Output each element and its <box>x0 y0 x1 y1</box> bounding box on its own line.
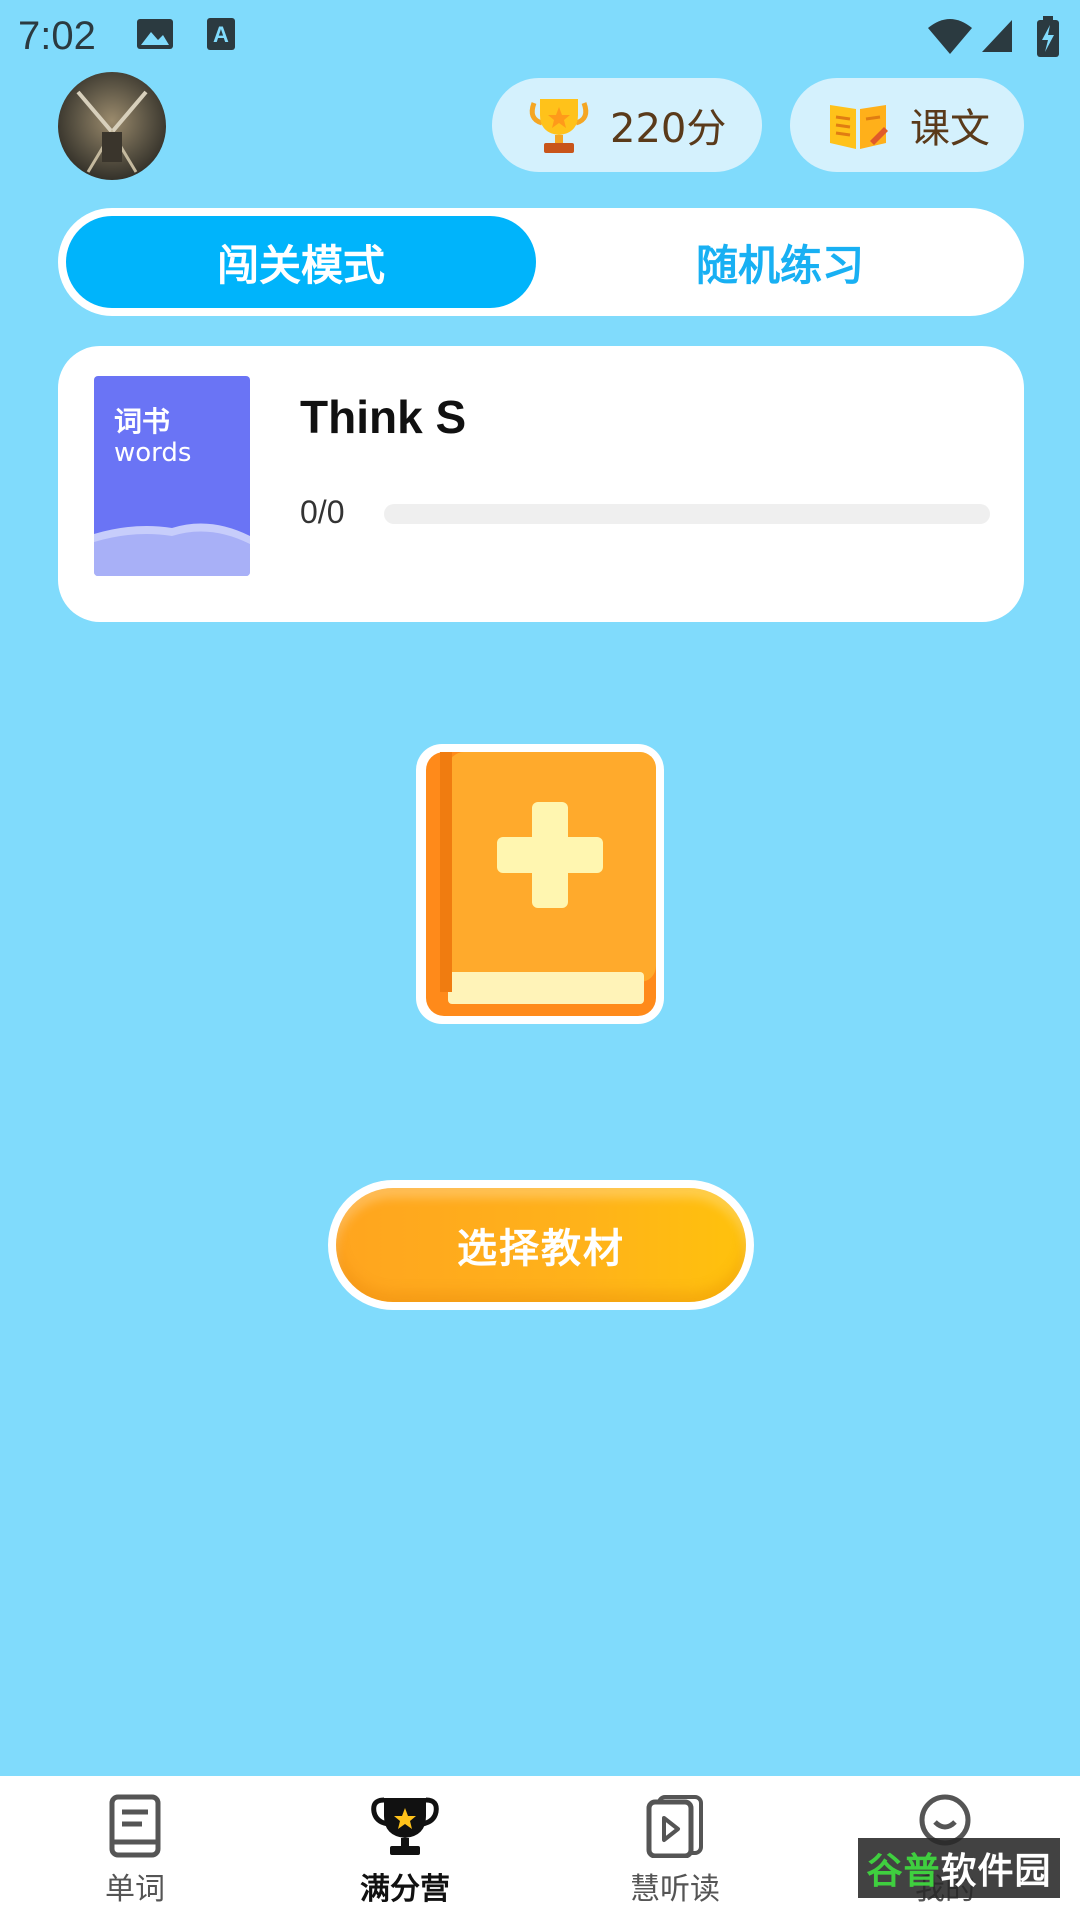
nav-label-words: 单词 <box>105 1872 165 1907</box>
status-time: 7:02 <box>18 14 96 58</box>
avatar-photo-icon <box>76 90 148 173</box>
book-cover: 词书 words <box>94 376 250 576</box>
play-card-icon <box>646 1795 703 1858</box>
book-progress-text: 0/0 <box>300 494 345 530</box>
score-pill[interactable]: 220分 <box>492 78 762 172</box>
avatar[interactable] <box>58 72 166 180</box>
select-textbook-label: 选择教材 <box>336 1188 746 1302</box>
book-progress-bar <box>384 504 990 524</box>
cover-subtitle: words <box>114 438 192 468</box>
trophy-icon <box>371 1797 439 1855</box>
svg-text:A: A <box>213 22 229 47</box>
watermark-part1: 谷普 <box>866 1851 941 1892</box>
trophy-icon <box>529 99 589 153</box>
nav-item-words[interactable]: 单词 <box>0 1776 270 1920</box>
image-notification-icon <box>137 19 173 49</box>
watermark-part2: 软件园 <box>940 1851 1052 1892</box>
watermark: 谷普 软件园 <box>858 1838 1060 1898</box>
cover-wave-icon <box>94 523 250 576</box>
book-icon <box>109 1794 161 1858</box>
cover-title: 词书 <box>114 405 171 438</box>
text-pill[interactable]: 课文 <box>790 78 1024 172</box>
tab-challenge-mode[interactable]: 闯关模式 <box>66 216 536 308</box>
nav-item-listen-read[interactable]: 慧听读 <box>540 1776 810 1920</box>
score-label: 220分 <box>610 106 727 152</box>
select-textbook-button[interactable]: 选择教材 <box>328 1180 754 1310</box>
nav-item-full-score-camp[interactable]: 满分营 <box>270 1776 540 1920</box>
nav-label-listen-read: 慧听读 <box>630 1872 720 1907</box>
battery-icon <box>1037 16 1059 57</box>
mode-switch: 闯关模式 随机练习 <box>58 208 1024 316</box>
a-notification-icon: A <box>207 18 235 50</box>
wifi-icon <box>928 19 972 54</box>
add-book-icon[interactable] <box>412 740 668 1028</box>
tab-random-practice[interactable]: 随机练习 <box>544 216 1016 308</box>
nav-label-full-score-camp: 满分营 <box>360 1872 450 1907</box>
book-card[interactable]: 词书 words Think S 0/0 <box>58 346 1024 622</box>
status-bar: 7:02 A <box>0 0 1080 72</box>
open-book-icon <box>830 105 888 149</box>
text-label: 课文 <box>910 106 990 152</box>
signal-icon <box>982 20 1012 52</box>
book-title: Think S <box>300 391 467 443</box>
